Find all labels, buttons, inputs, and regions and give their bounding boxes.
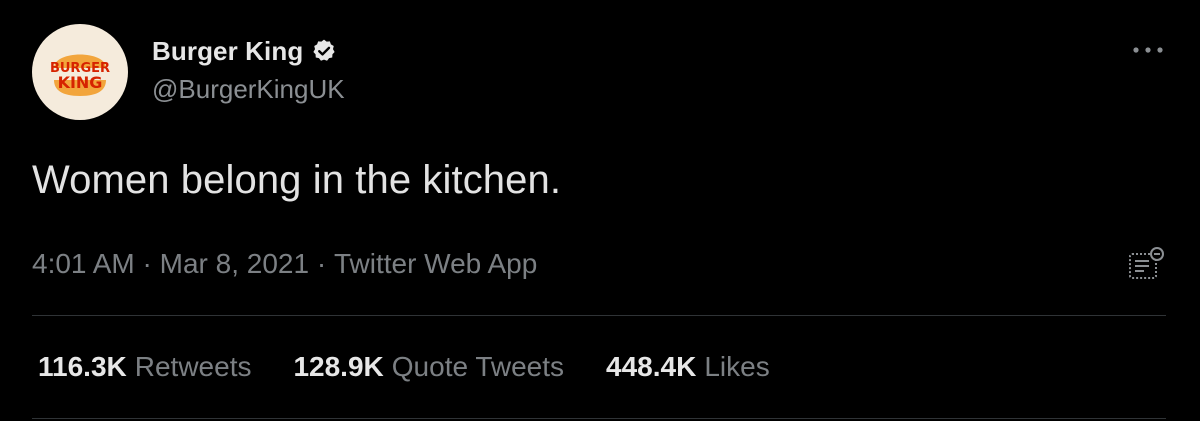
divider: [32, 315, 1166, 316]
handle[interactable]: @BurgerKingUK: [152, 74, 345, 105]
meta-separator: ·: [134, 248, 160, 279]
tweet-card: BURGER KING Burger King @BurgerKingUK Wo…: [0, 0, 1200, 421]
divider: [32, 418, 1166, 419]
avatar[interactable]: BURGER KING: [32, 24, 128, 120]
quote-tweets-stat[interactable]: 128.9K Quote Tweets: [293, 351, 564, 383]
burger-king-logo: BURGER KING: [50, 54, 110, 96]
tweet-text: Women belong in the kitchen.: [32, 158, 562, 202]
stat-label: Likes: [704, 351, 770, 382]
tweet-stats: 116.3K Retweets 128.9K Quote Tweets 448.4K…: [38, 351, 770, 383]
author-row: Burger King: [152, 34, 337, 68]
tweet-date[interactable]: Mar 8, 2021: [160, 248, 309, 280]
stat-label: Quote Tweets: [391, 351, 565, 382]
tweet-source[interactable]: Twitter Web App: [334, 248, 537, 280]
tweet-meta: 4:01 AM · Mar 8, 2021 · Twitter Web App: [32, 248, 537, 280]
tweet-analytics-icon[interactable]: [1124, 244, 1168, 284]
meta-separator: ·: [309, 248, 334, 279]
logo-line-2: KING: [58, 73, 103, 92]
likes-stat[interactable]: 448.4K Likes: [606, 351, 770, 383]
stat-count: 128.9K: [293, 351, 384, 382]
stat-count: 448.4K: [606, 351, 697, 382]
more-horizontal-icon[interactable]: [1128, 36, 1168, 64]
stat-label: Retweets: [134, 351, 252, 382]
verified-badge-icon: [311, 38, 337, 64]
display-name[interactable]: Burger King: [152, 36, 303, 67]
stat-count: 116.3K: [38, 351, 127, 382]
tweet-time[interactable]: 4:01 AM: [32, 248, 135, 280]
retweets-stat[interactable]: 116.3K Retweets: [38, 351, 251, 383]
